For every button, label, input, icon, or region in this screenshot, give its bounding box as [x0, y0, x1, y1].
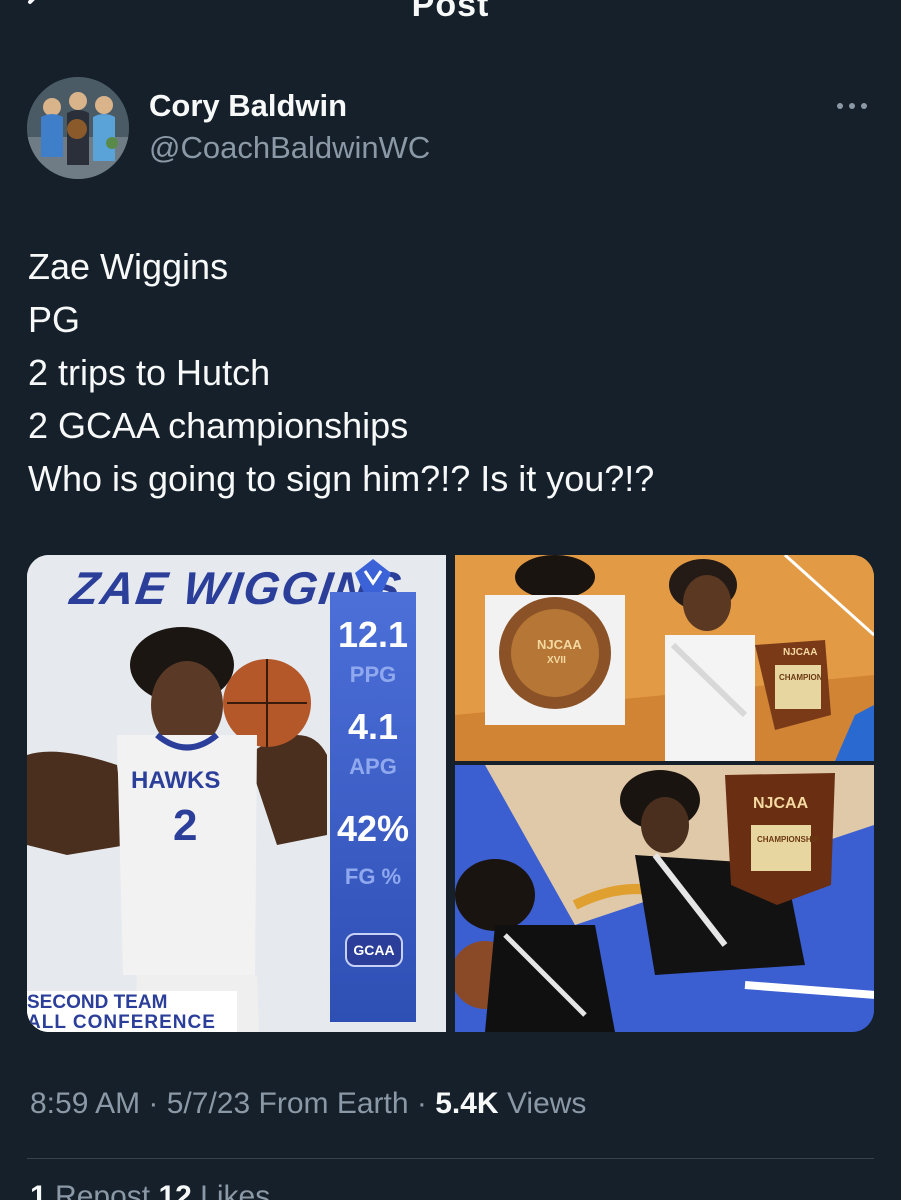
reposts-label[interactable]: Repost — [55, 1180, 150, 1200]
media-grid[interactable]: ZAE WIGGINS HAWKS 2 12.1 PPG 4.1 APG 42%… — [27, 555, 874, 1032]
post-source: From Earth — [258, 1087, 409, 1120]
plaque-text: NJCAA — [537, 637, 582, 652]
reposts-count[interactable]: 1 — [30, 1180, 47, 1200]
tweet-line: Who is going to sign him?!? Is it you?!? — [28, 458, 655, 499]
tweet-line: 2 GCAA championships — [28, 405, 409, 446]
author-handle[interactable]: @CoachBaldwinWC — [149, 130, 430, 166]
views-count[interactable]: 5.4K — [435, 1087, 498, 1120]
gcaa-logo: GCAA — [345, 933, 403, 967]
award-line-2: ALL CONFERENCE — [27, 1012, 216, 1033]
award-line-1: SECOND TEAM — [27, 992, 168, 1013]
jersey-team-text: HAWKS — [131, 767, 221, 794]
more-options-icon[interactable] — [832, 96, 872, 116]
stat-label: FG % — [344, 864, 402, 889]
stat-value: 4.1 — [347, 706, 399, 747]
award-label: SECOND TEAM ALL CONFERENCE — [27, 991, 237, 1032]
plaque-subtext: CHAMPIONSHIP — [757, 835, 820, 844]
tweet-text: Zae Wiggins PG 2 trips to Hutch 2 GCAA c… — [28, 240, 868, 505]
photo-celebration-bottom[interactable]: NJCAA CHAMPIONSHIP — [455, 765, 874, 1032]
stat-value: 12.1 — [337, 614, 409, 655]
poster-image[interactable]: ZAE WIGGINS HAWKS 2 12.1 PPG 4.1 APG 42%… — [27, 555, 446, 1032]
likes-count[interactable]: 12 — [158, 1180, 191, 1200]
plaque-subtext: XVII — [547, 655, 566, 666]
meta-separator: · — [416, 1087, 436, 1120]
meta-separator: · — [148, 1087, 167, 1120]
page-title: Post — [411, 0, 490, 24]
tweet-line: Zae Wiggins — [28, 246, 229, 287]
stat-label: PPG — [349, 662, 397, 687]
tweet-line: PG — [28, 299, 81, 340]
likes-label[interactable]: Likes — [200, 1180, 270, 1200]
avatar[interactable] — [27, 77, 129, 179]
plaque-text: NJCAA — [783, 647, 818, 658]
plaque-text: NJCAA — [753, 795, 809, 812]
hawk-logo-icon — [355, 559, 391, 595]
post-date[interactable]: 5/7/23 — [167, 1087, 250, 1120]
tweet-line: 2 trips to Hutch — [28, 352, 271, 393]
post-time[interactable]: 8:59 AM — [30, 1087, 140, 1120]
author-name[interactable]: Cory Baldwin — [149, 88, 347, 124]
stat-value: 42% — [336, 808, 410, 849]
plaque-subtext: CHAMPION — [779, 673, 823, 682]
engagement-stats: 1 Repost 12 Likes — [30, 1180, 270, 1200]
post-meta: 8:59 AM · 5/7/23 From Earth · 5.4K Views — [30, 1087, 586, 1121]
top-bar: Post — [0, 0, 901, 40]
photo-celebration-top[interactable]: NJCAA XVII NJCAA CHAMPION — [455, 555, 874, 761]
divider — [27, 1158, 874, 1159]
stat-label: APG — [349, 754, 397, 779]
views-label[interactable]: Views — [507, 1087, 586, 1120]
jersey-number-text: 2 — [173, 801, 198, 850]
